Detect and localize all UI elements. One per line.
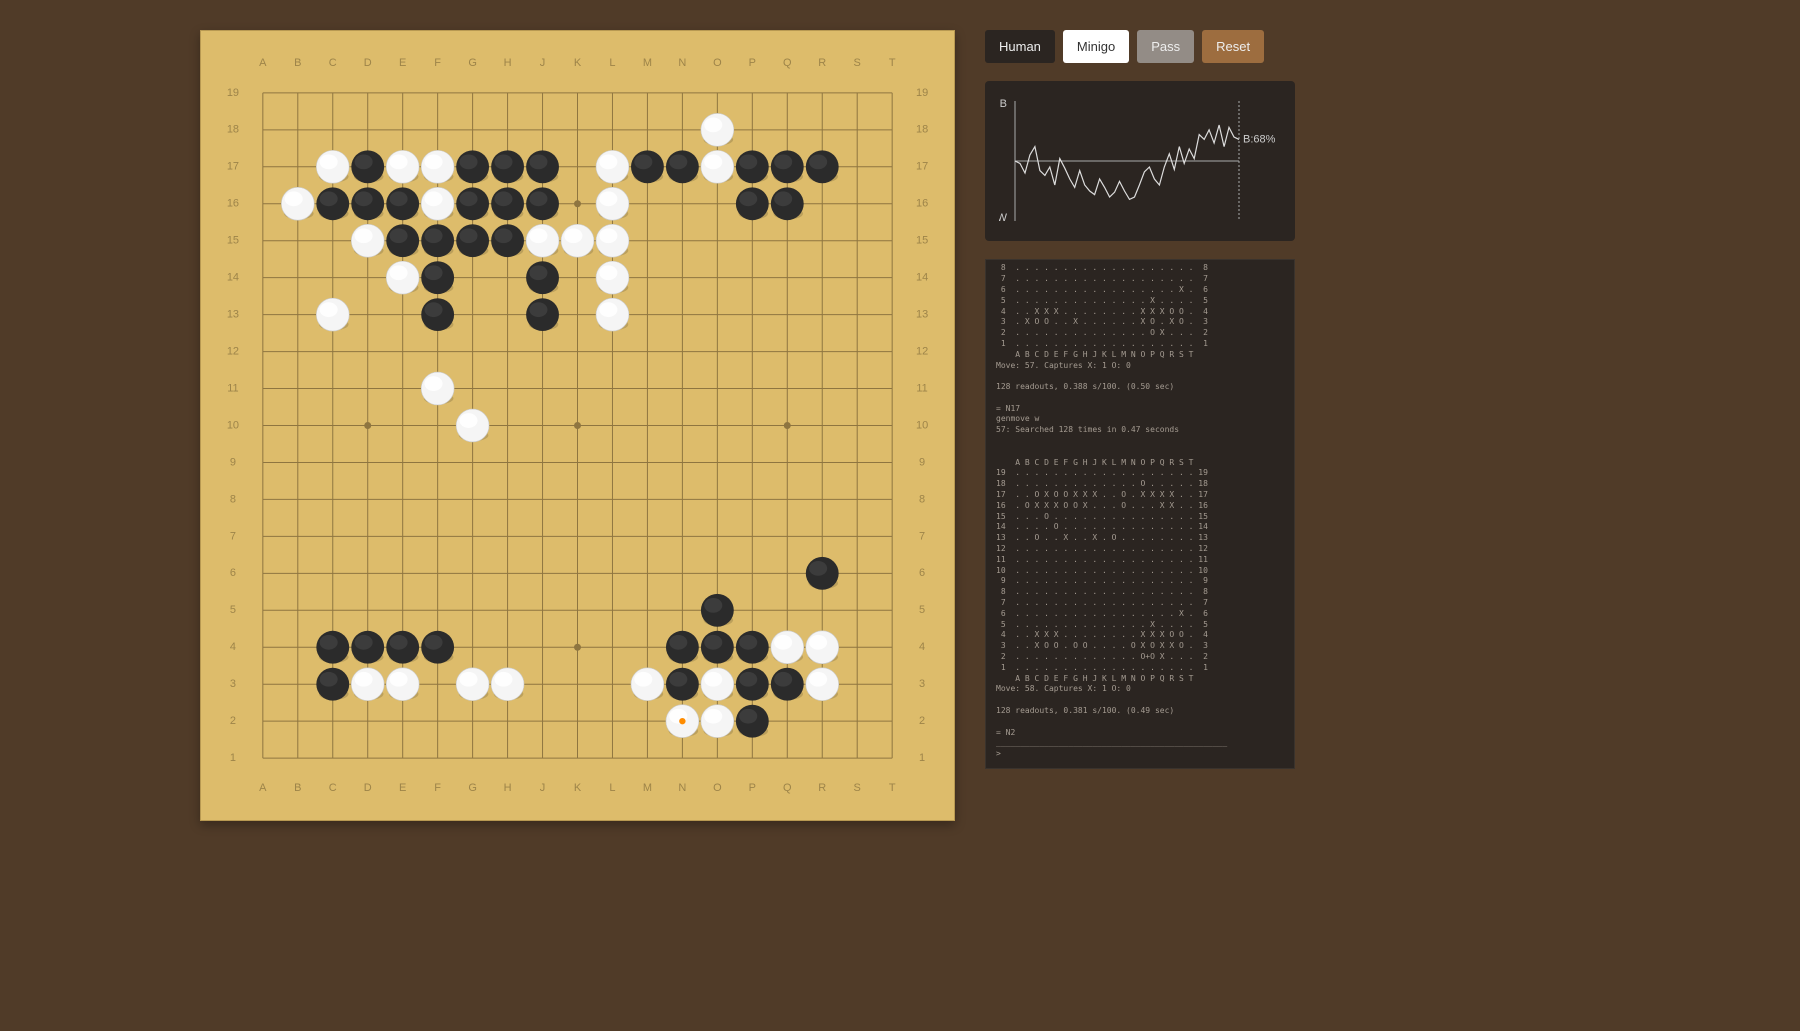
winrate-line: [1015, 125, 1239, 199]
log-text: 1 . . . . . . . . . . . . . . . . . . . …: [996, 259, 1227, 758]
pass-button[interactable]: Pass: [1137, 30, 1194, 63]
winrate-chart: B W B:68%: [985, 81, 1295, 241]
star-point: [784, 422, 791, 429]
col-label: L: [609, 57, 615, 69]
row-label: 7: [230, 530, 236, 542]
row-label: 18: [227, 124, 239, 136]
col-label: C: [329, 782, 337, 794]
row-label: 6: [230, 567, 236, 579]
last-move-marker: [679, 718, 685, 724]
row-label: 16: [227, 198, 239, 210]
col-label: N: [678, 57, 686, 69]
row-label: 5: [230, 604, 236, 616]
reset-button[interactable]: Reset: [1202, 30, 1264, 63]
go-board[interactable]: AABBCCDDEEFFGGHHJJKKLLMMNNOOPPQQRRSSTT19…: [200, 30, 955, 821]
row-label: 17: [227, 161, 239, 173]
button-row: Human Minigo Pass Reset: [985, 30, 1295, 63]
row-label: 11: [227, 382, 238, 394]
row-label: 5: [919, 604, 925, 616]
row-label: 15: [916, 235, 928, 247]
col-label: E: [399, 782, 406, 794]
col-label: T: [889, 57, 896, 69]
row-label: 6: [919, 567, 925, 579]
col-label: H: [504, 57, 512, 69]
col-label: S: [854, 782, 861, 794]
row-label: 1: [919, 752, 925, 764]
row-label: 18: [916, 124, 928, 136]
row-label: 14: [227, 272, 239, 284]
col-label: K: [574, 782, 582, 794]
col-label: T: [889, 782, 896, 794]
row-label: 15: [227, 235, 239, 247]
col-label: O: [713, 57, 722, 69]
engine-log[interactable]: 1 . . . . . . . . . . . . . . . . . . . …: [985, 259, 1295, 769]
row-label: 19: [227, 87, 239, 99]
col-label: B: [294, 57, 301, 69]
row-label: 11: [916, 382, 927, 394]
row-label: 8: [919, 493, 925, 505]
col-label: S: [854, 57, 861, 69]
row-label: 1: [230, 752, 236, 764]
col-label: Q: [783, 57, 792, 69]
row-label: 3: [919, 678, 925, 690]
human-button[interactable]: Human: [985, 30, 1055, 63]
col-label: A: [259, 782, 267, 794]
star-point: [574, 200, 581, 207]
col-label: N: [678, 782, 686, 794]
col-label: P: [749, 57, 756, 69]
row-label: 12: [916, 345, 928, 357]
col-label: O: [713, 782, 722, 794]
row-label: 10: [227, 419, 239, 431]
row-label: 9: [919, 456, 925, 468]
row-label: 13: [916, 309, 928, 321]
row-label: 16: [916, 198, 928, 210]
star-point: [574, 644, 581, 651]
col-label: F: [434, 57, 441, 69]
row-label: 14: [916, 272, 928, 284]
winrate-current: B:68%: [1243, 133, 1276, 145]
row-label: 17: [916, 161, 928, 173]
row-label: 4: [919, 641, 925, 653]
col-label: P: [749, 782, 756, 794]
col-label: D: [364, 782, 372, 794]
col-label: F: [434, 782, 441, 794]
row-label: 12: [227, 345, 239, 357]
col-label: M: [643, 782, 652, 794]
col-label: G: [468, 57, 477, 69]
row-label: 9: [230, 456, 236, 468]
winrate-label-b: B: [1000, 98, 1007, 110]
col-label: A: [259, 57, 267, 69]
col-label: D: [364, 57, 372, 69]
col-label: Q: [783, 782, 792, 794]
col-label: K: [574, 57, 582, 69]
col-label: M: [643, 57, 652, 69]
col-label: G: [468, 782, 477, 794]
row-label: 7: [919, 530, 925, 542]
star-point: [364, 422, 371, 429]
star-point: [574, 422, 581, 429]
col-label: L: [609, 782, 615, 794]
winrate-label-w: W: [999, 212, 1008, 224]
col-label: B: [294, 782, 301, 794]
col-label: H: [504, 782, 512, 794]
col-label: R: [818, 782, 826, 794]
col-label: R: [818, 57, 826, 69]
row-label: 10: [916, 419, 928, 431]
row-label: 19: [916, 87, 928, 99]
row-label: 13: [227, 309, 239, 321]
col-label: E: [399, 57, 406, 69]
row-label: 2: [919, 715, 925, 727]
row-label: 4: [230, 641, 236, 653]
col-label: C: [329, 57, 337, 69]
row-label: 2: [230, 715, 236, 727]
row-label: 8: [230, 493, 236, 505]
col-label: J: [540, 57, 545, 69]
col-label: J: [540, 782, 545, 794]
minigo-button[interactable]: Minigo: [1063, 30, 1129, 63]
row-label: 3: [230, 678, 236, 690]
